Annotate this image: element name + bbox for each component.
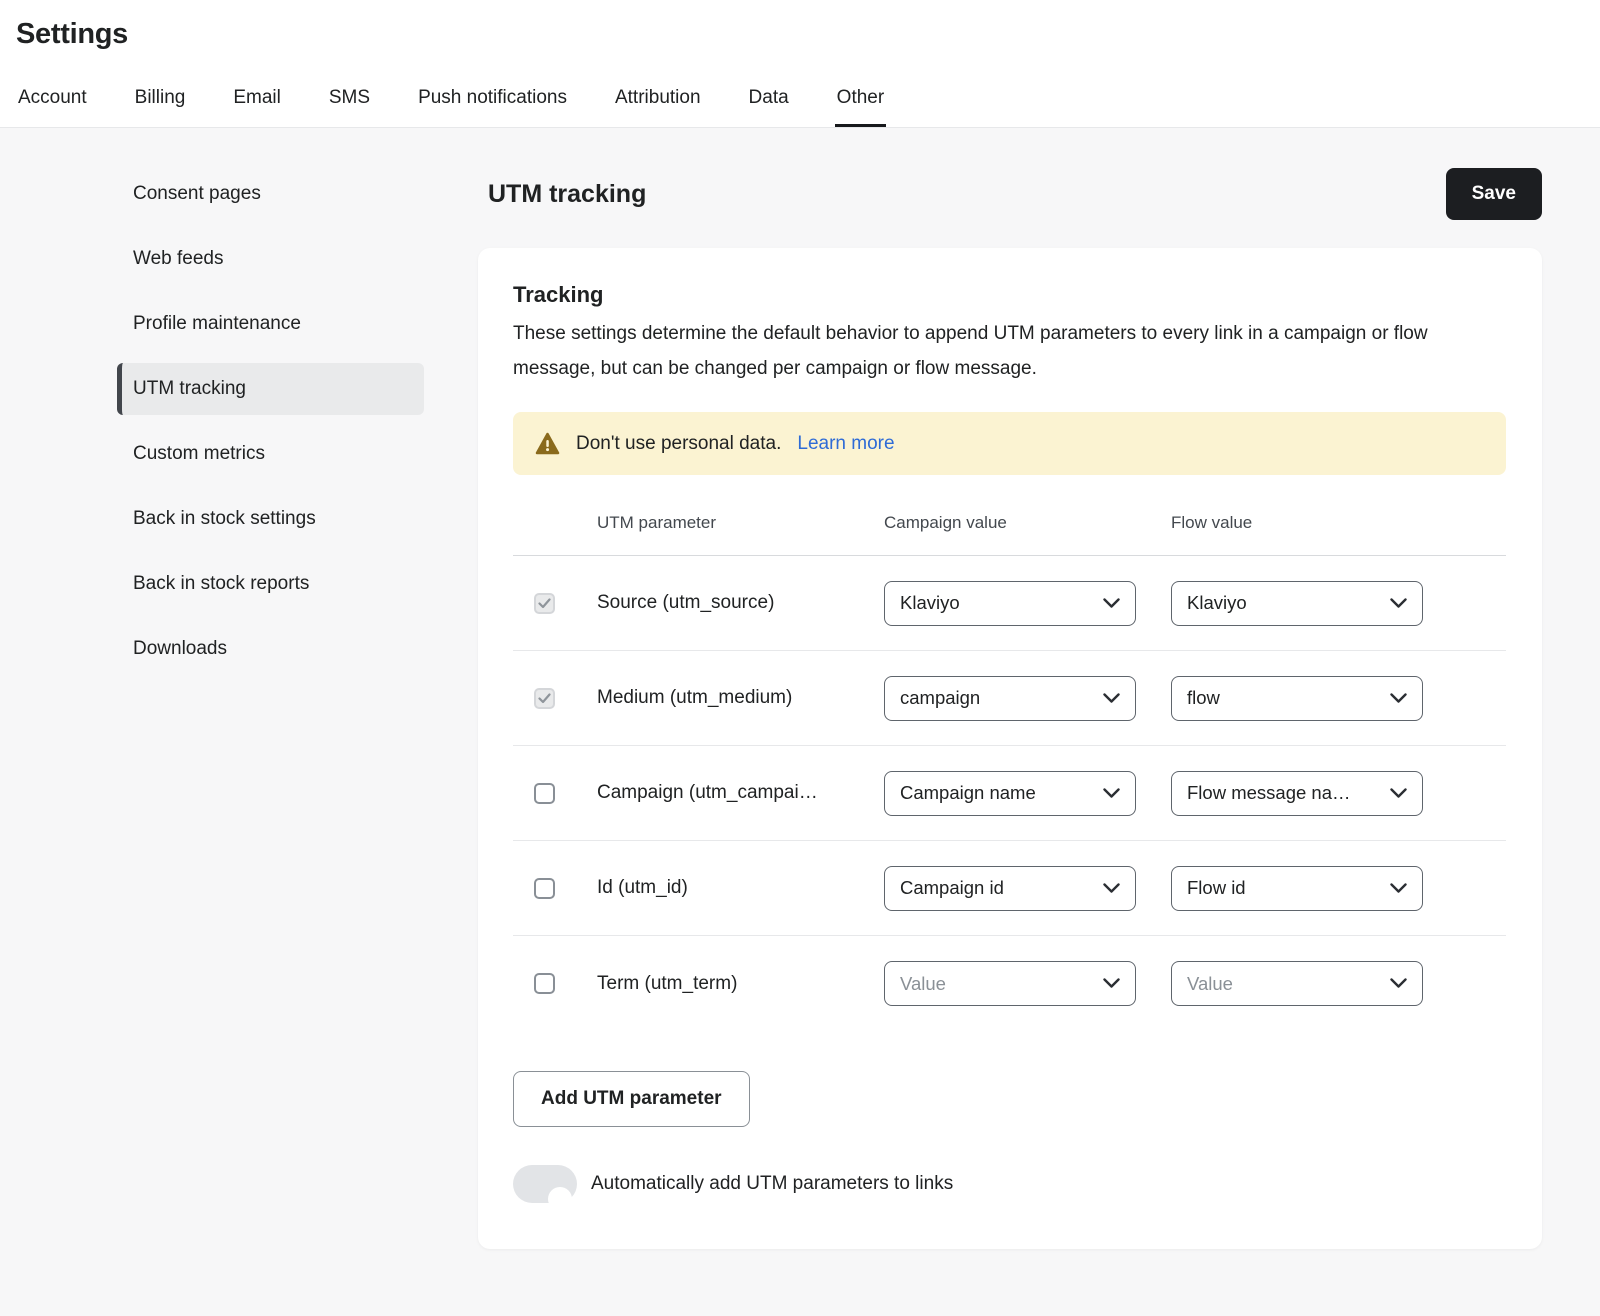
utm-parameter-label: Term (utm_term)	[597, 973, 884, 995]
campaign-value-select[interactable]: campaign	[884, 676, 1136, 721]
chevron-down-icon	[1103, 693, 1120, 704]
chevron-down-icon	[1390, 883, 1407, 894]
sidebar-item-web-feeds[interactable]: Web feeds	[117, 233, 424, 285]
campaign-value-select[interactable]: Campaign id	[884, 866, 1136, 911]
page-header: Settings Account Billing Email SMS Push …	[0, 0, 1600, 128]
tab-other[interactable]: Other	[835, 77, 887, 127]
row-checkbox	[534, 593, 555, 614]
auto-utm-toggle[interactable]	[513, 1165, 577, 1203]
utm-parameter-label: Id (utm_id)	[597, 877, 884, 899]
save-button[interactable]: Save	[1446, 168, 1542, 220]
utm-row-id: Id (utm_id) Campaign id Flow id	[513, 841, 1506, 936]
check-icon	[538, 693, 551, 704]
tab-billing[interactable]: Billing	[133, 77, 188, 127]
learn-more-link[interactable]: Learn more	[797, 433, 894, 455]
chevron-down-icon	[1103, 598, 1120, 609]
flow-value-select[interactable]: flow	[1171, 676, 1423, 721]
page-title: Settings	[16, 18, 1600, 51]
flow-value-select[interactable]: Klaviyo	[1171, 581, 1423, 626]
row-checkbox[interactable]	[534, 973, 555, 994]
section-title: UTM tracking	[488, 180, 646, 209]
column-header-campaign-value: Campaign value	[884, 513, 1171, 533]
auto-utm-toggle-row: Automatically add UTM parameters to link…	[513, 1165, 1506, 1203]
chevron-down-icon	[1103, 883, 1120, 894]
content-area: Consent pages Web feeds Profile maintena…	[0, 128, 1600, 1249]
utm-parameter-label: Campaign (utm_campai…	[597, 782, 884, 804]
chevron-down-icon	[1103, 788, 1120, 799]
main-panel: UTM tracking Save Tracking These setting…	[478, 168, 1542, 1249]
auto-utm-toggle-label: Automatically add UTM parameters to link…	[591, 1173, 953, 1195]
row-checkbox[interactable]	[534, 783, 555, 804]
table-header-row: UTM parameter Campaign value Flow value	[513, 513, 1506, 556]
sidebar-item-utm-tracking[interactable]: UTM tracking	[117, 363, 424, 415]
campaign-value-select[interactable]: Campaign name	[884, 771, 1136, 816]
tab-email[interactable]: Email	[231, 77, 283, 127]
warning-icon	[535, 432, 560, 455]
utm-row-term: Term (utm_term) Value Value	[513, 936, 1506, 1031]
tab-data[interactable]: Data	[747, 77, 791, 127]
sidebar-item-consent-pages[interactable]: Consent pages	[117, 168, 424, 220]
settings-tab-bar: Account Billing Email SMS Push notificat…	[0, 77, 1600, 128]
utm-row-medium: Medium (utm_medium) campaign flow	[513, 651, 1506, 746]
campaign-value-select[interactable]: Value	[884, 961, 1136, 1006]
main-header: UTM tracking Save	[478, 168, 1542, 220]
sidebar-item-back-in-stock-reports[interactable]: Back in stock reports	[117, 558, 424, 610]
check-icon	[538, 598, 551, 609]
column-header-flow-value: Flow value	[1171, 513, 1506, 533]
chevron-down-icon	[1390, 693, 1407, 704]
flow-value-select[interactable]: Value	[1171, 961, 1423, 1006]
utm-parameter-label: Source (utm_source)	[597, 592, 884, 614]
sidebar-item-back-in-stock-settings[interactable]: Back in stock settings	[117, 493, 424, 545]
chevron-down-icon	[1390, 788, 1407, 799]
tracking-description: These settings determine the default beh…	[513, 316, 1503, 386]
tab-sms[interactable]: SMS	[327, 77, 372, 127]
toggle-knob	[548, 1187, 572, 1211]
chevron-down-icon	[1390, 978, 1407, 989]
warning-banner: Don't use personal data. Learn more	[513, 412, 1506, 475]
flow-value-select[interactable]: Flow message na…	[1171, 771, 1423, 816]
tracking-heading: Tracking	[513, 282, 1506, 308]
chevron-down-icon	[1103, 978, 1120, 989]
tracking-card: Tracking These settings determine the de…	[478, 248, 1542, 1249]
utm-row-campaign: Campaign (utm_campai… Campaign name Flow…	[513, 746, 1506, 841]
row-checkbox[interactable]	[534, 878, 555, 899]
sidebar-item-custom-metrics[interactable]: Custom metrics	[117, 428, 424, 480]
column-header-utm-parameter: UTM parameter	[597, 513, 884, 533]
utm-row-source: Source (utm_source) Klaviyo Klaviyo	[513, 556, 1506, 651]
tab-attribution[interactable]: Attribution	[613, 77, 703, 127]
add-utm-parameter-button[interactable]: Add UTM parameter	[513, 1071, 750, 1127]
sidebar-item-profile-maintenance[interactable]: Profile maintenance	[117, 298, 424, 350]
flow-value-select[interactable]: Flow id	[1171, 866, 1423, 911]
warning-text: Don't use personal data.	[576, 433, 781, 455]
tab-push-notifications[interactable]: Push notifications	[416, 77, 569, 127]
utm-parameters-table: UTM parameter Campaign value Flow value …	[513, 513, 1506, 1031]
campaign-value-select[interactable]: Klaviyo	[884, 581, 1136, 626]
tab-account[interactable]: Account	[16, 77, 89, 127]
utm-parameter-label: Medium (utm_medium)	[597, 687, 884, 709]
row-checkbox	[534, 688, 555, 709]
chevron-down-icon	[1390, 598, 1407, 609]
settings-sidebar: Consent pages Web feeds Profile maintena…	[117, 168, 424, 688]
sidebar-item-downloads[interactable]: Downloads	[117, 623, 424, 675]
